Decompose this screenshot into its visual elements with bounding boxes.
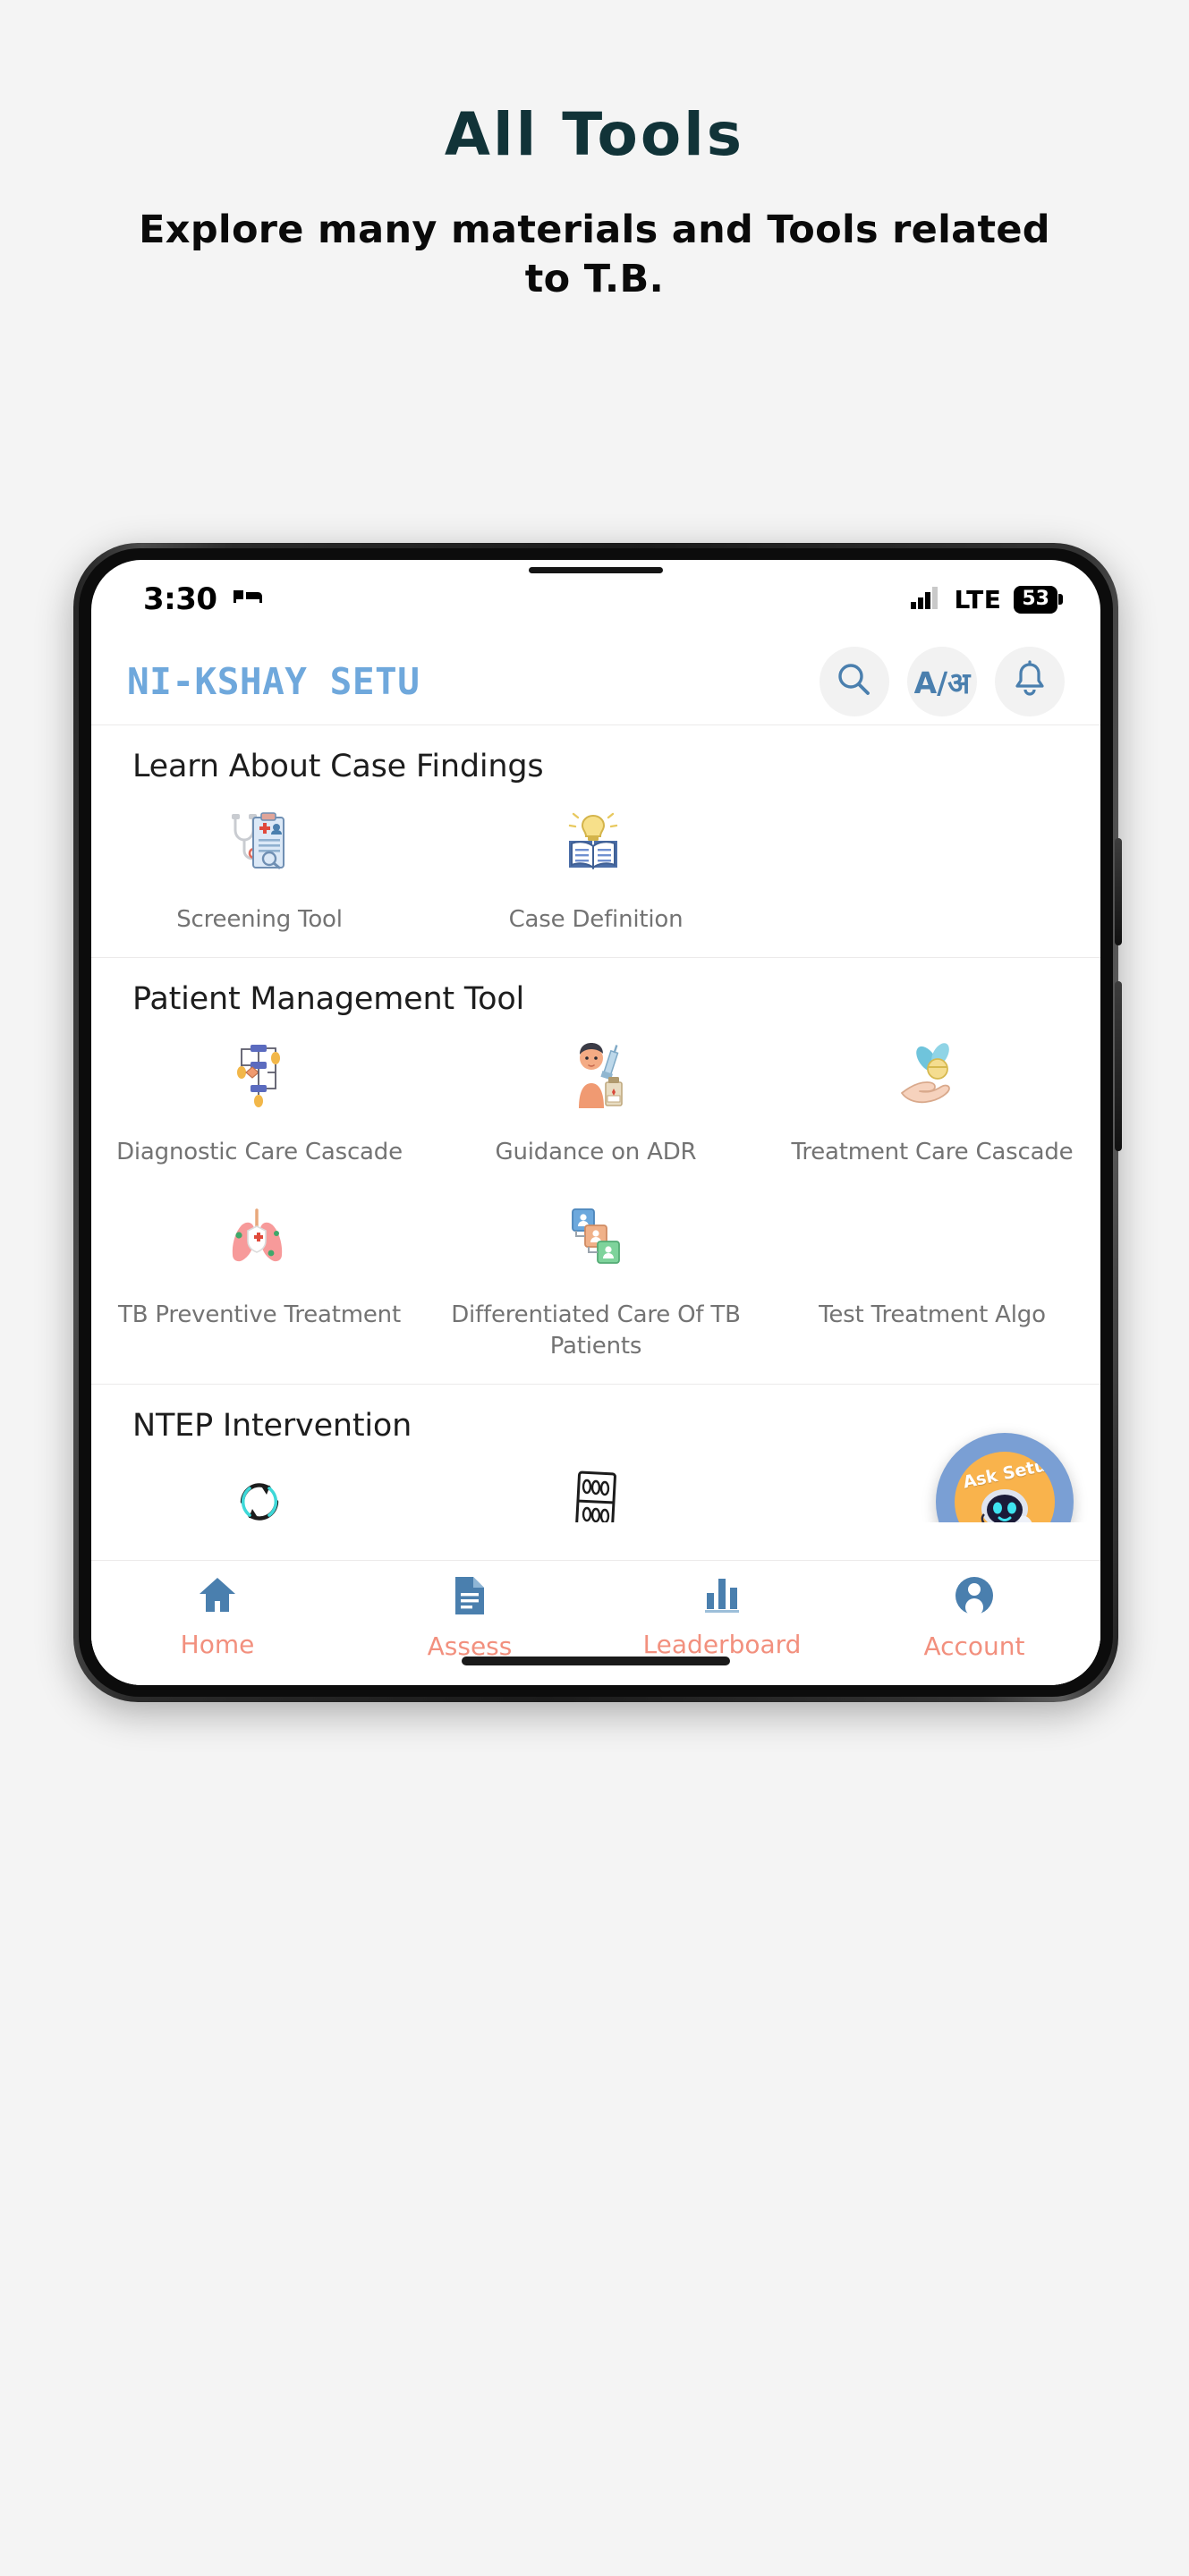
home-indicator[interactable] — [462, 1657, 730, 1665]
tool-tile-placeholder — [764, 804, 1100, 936]
search-button[interactable] — [820, 647, 889, 716]
tool-tile-treatment-care-cascade[interactable]: Treatment Care Cascade — [764, 1037, 1100, 1168]
phone-screen: 3:30 LTE 53 NI-KSHAY SETU A/अ Learn Abou… — [91, 560, 1100, 1685]
tools-scroll-content[interactable]: Learn About Case Findings Screening Tool… — [91, 724, 1100, 1560]
tool-grid: Screening Tool Case Definition — [91, 790, 1100, 952]
search-icon — [836, 661, 873, 703]
stethoscope-clipboard-icon — [230, 804, 289, 881]
section-learn-about-case-findings: Learn About Case Findings Screening Tool… — [91, 724, 1100, 957]
nav-label: Home — [180, 1630, 255, 1659]
tool-grid-row-1: Diagnostic Care Cascade Guidance on ADR … — [91, 1022, 1100, 1184]
page-title: All Tools — [444, 100, 745, 169]
tool-tile-diagnostic-care-cascade[interactable]: Diagnostic Care Cascade — [91, 1037, 428, 1168]
bed-icon — [232, 586, 264, 614]
tool-tile-guidance-on-adr[interactable]: Guidance on ADR — [428, 1037, 764, 1168]
notification-bell-icon — [1011, 659, 1049, 704]
tool-tile-label: Guidance on ADR — [495, 1139, 697, 1166]
status-bar-left: 3:30 — [143, 581, 264, 617]
tool-tile-label: Treatment Care Cascade — [791, 1139, 1074, 1166]
bottom-bar-wrap: Home Assess Leaderboard Account — [91, 1522, 1100, 1685]
tool-grid-row-2: TB Preventive Treatment Differentiated C… — [91, 1185, 1100, 1379]
nav-item-account[interactable]: Account — [848, 1575, 1100, 1661]
tool-tile-case-definition[interactable]: Case Definition — [428, 804, 764, 936]
promo-header: All Tools Explore many materials and Too… — [0, 0, 1189, 304]
book-lightbulb-icon — [564, 804, 628, 881]
flowchart-icon — [231, 1037, 288, 1114]
tool-tile-label: Case Definition — [508, 906, 684, 933]
nav-item-leaderboard[interactable]: Leaderboard — [596, 1575, 848, 1659]
tool-tile-tb-preventive-treatment[interactable]: TB Preventive Treatment — [91, 1199, 428, 1363]
tool-tile-label: Diagnostic Care Cascade — [116, 1139, 403, 1166]
home-icon — [197, 1575, 238, 1619]
power-button[interactable] — [1115, 838, 1122, 945]
nav-label: Account — [923, 1631, 1025, 1661]
earpiece-speaker — [529, 567, 663, 573]
tool-tile-screening-tool[interactable]: Screening Tool — [91, 804, 428, 936]
phone-mockup: 3:30 LTE 53 NI-KSHAY SETU A/अ Learn Abou… — [73, 543, 1122, 1702]
bar-chart-icon — [701, 1575, 743, 1619]
nav-item-assess[interactable]: Assess — [344, 1575, 596, 1661]
bottom-navigation: Home Assess Leaderboard Account — [91, 1560, 1100, 1685]
promo-screenshot-page: All Tools Explore many materials and Too… — [0, 0, 1189, 2576]
patient-cards-icon — [564, 1199, 628, 1276]
tool-tile-differentiated-care[interactable]: Differentiated Care Of TB Patients — [428, 1199, 764, 1363]
hand-pills-icon — [898, 1037, 966, 1114]
status-bar-right: LTE 53 — [911, 585, 1057, 614]
section-title: Learn About Case Findings — [132, 749, 544, 784]
tool-tile-label: Differentiated Care Of TB Patients — [451, 1301, 741, 1360]
lungs-shield-icon — [225, 1199, 294, 1276]
page-subtitle: Explore many materials and Tools related… — [139, 208, 1050, 302]
app-header-actions: A/अ — [820, 647, 1065, 716]
battery-badge: 53 — [1014, 585, 1057, 614]
tool-tile-label: TB Preventive Treatment — [118, 1301, 401, 1328]
document-icon — [452, 1575, 488, 1621]
section-title: NTEP Intervention — [132, 1408, 412, 1445]
section-patient-management-tool: Patient Management Tool Diagnostic Care … — [91, 957, 1100, 1384]
patient-injection-icon — [566, 1037, 625, 1114]
signal-bars-icon — [911, 586, 941, 614]
network-label: LTE — [954, 584, 1002, 614]
app-brand-title: NI-KSHAY SETU — [127, 660, 420, 703]
language-toggle-icon: A/अ — [913, 665, 971, 700]
language-toggle-button[interactable]: A/अ — [907, 647, 977, 716]
volume-button[interactable] — [1115, 981, 1122, 1151]
notifications-button[interactable] — [995, 647, 1065, 716]
nav-item-home[interactable]: Home — [91, 1575, 344, 1659]
tool-tile-label: Screening Tool — [176, 906, 343, 933]
status-time: 3:30 — [143, 581, 217, 617]
section-title: Patient Management Tool — [132, 981, 525, 1018]
nav-label: Leaderboard — [642, 1630, 802, 1659]
app-header: NI-KSHAY SETU A/अ — [91, 639, 1100, 724]
person-circle-icon — [954, 1575, 995, 1621]
tool-tile-label: Test Treatment Algo — [819, 1301, 1046, 1328]
tool-tile-test-treatment-algo[interactable]: Test Treatment Algo — [764, 1199, 1100, 1363]
